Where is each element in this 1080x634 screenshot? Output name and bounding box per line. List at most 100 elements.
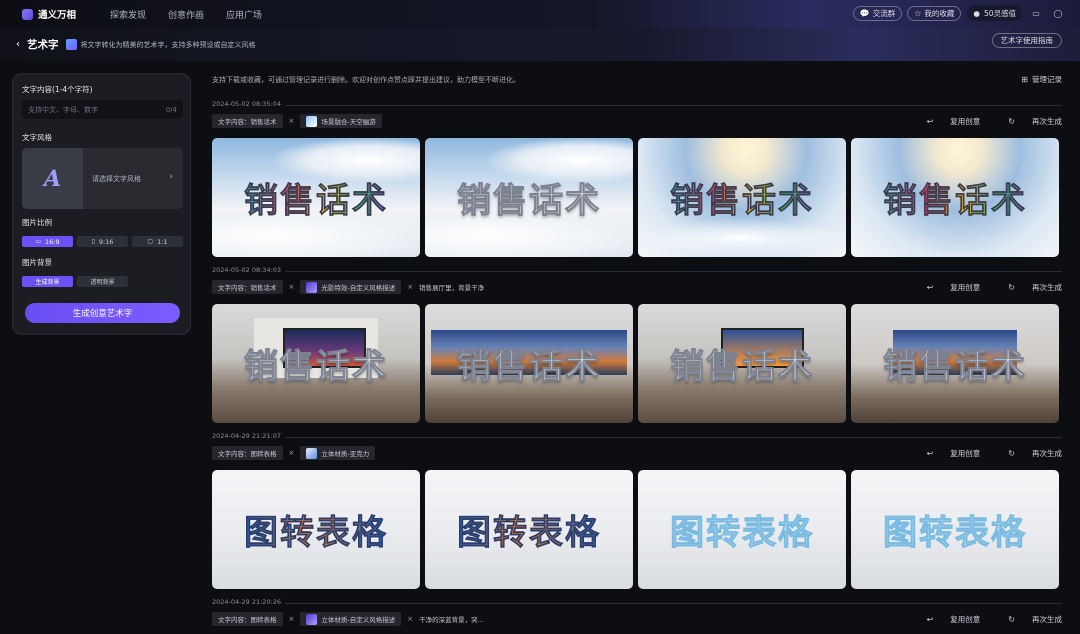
reuse-button[interactable]: ↩ 复用创意	[913, 448, 981, 459]
top-right-actions: 💬 交流群 ☆ 我的收藏 ● 50灵感值 ▭ ◯	[848, 5, 1066, 21]
notice-text: 支持下载或收藏，可通过管理记录进行删除。欢迎对创作点赞点踩并提出建议，助力模型不…	[212, 76, 520, 84]
result-image[interactable]: 图转表格	[425, 470, 633, 589]
style-tag-thumb	[306, 613, 318, 625]
text-tag: 文字内容：图转表格	[212, 446, 283, 460]
result-image[interactable]: 销售话术	[638, 138, 846, 257]
result-image[interactable]: 销售话术	[425, 304, 633, 423]
result-image[interactable]: 销售话术	[638, 304, 846, 423]
generate-button[interactable]: 生成创意艺术字	[25, 303, 180, 323]
ratio-9-16[interactable]: ▯ 9:16	[77, 236, 128, 247]
manage-records-button[interactable]: ⊞ 管理记录	[1021, 74, 1062, 85]
times-icon: ×	[288, 283, 295, 291]
text-content-label: 文字内容(1-4个字符)	[22, 85, 93, 94]
prompt-tags: 文字内容：图转表格 × 立体材质-自定义风格描述 × 干净的深蓝背景，突...	[212, 612, 484, 626]
regenerate-button[interactable]: ↻ 再次生成	[994, 614, 1062, 625]
ratio-16-9[interactable]: ▭ 16:9	[22, 236, 73, 247]
result-group: 2024-05-02 08:35:04 文字内容：销售话术 × 场景融合-天空幽…	[212, 100, 1062, 257]
custom-description: 干净的深蓝背景，突...	[419, 616, 484, 624]
art-text: 图转表格	[244, 505, 388, 554]
ratio-1-1[interactable]: ▢ 1:1	[132, 236, 183, 247]
custom-description: 销售展厅里，背景干净	[419, 284, 485, 292]
char-counter: 0/4	[165, 105, 177, 114]
group-actions: ↩ 复用创意 ↻ 再次生成	[899, 116, 1062, 127]
art-text: 销售话术	[883, 173, 1027, 222]
page-title: 艺术字	[27, 39, 59, 51]
result-images: 销售话术 销售话术 销售话术 销售话术	[212, 304, 1059, 423]
nav-explore[interactable]: 探索发现	[110, 8, 146, 21]
chat-icon: 💬	[859, 8, 870, 18]
group-actions: ↩ 复用创意 ↻ 再次生成	[899, 448, 1062, 459]
bg-transparent-option[interactable]: 透明背景	[77, 276, 128, 287]
portrait-icon: ▯	[91, 238, 95, 245]
regenerate-button[interactable]: ↻ 再次生成	[994, 448, 1062, 459]
grid-icon: ⊞	[1021, 75, 1028, 84]
chevron-right-icon: ›	[169, 172, 173, 182]
divider	[212, 437, 1062, 438]
result-image[interactable]: 销售话术	[851, 138, 1059, 257]
result-image[interactable]: 销售话术	[212, 304, 420, 423]
ratio-options: ▭ 16:9 ▯ 9:16 ▢ 1:1	[22, 236, 187, 247]
result-image[interactable]: 图转表格	[212, 470, 420, 589]
prompt-tags: 文字内容：销售话术 × 场景融合-天空幽游	[212, 114, 382, 128]
credits-badge[interactable]: ● 50灵感值	[967, 5, 1022, 21]
logo[interactable]: 通义万相	[22, 7, 102, 21]
result-image[interactable]: 销售话术	[212, 138, 420, 257]
divider	[212, 603, 1062, 604]
message-icon[interactable]: ▭	[1028, 5, 1044, 21]
style-tag-thumb	[306, 281, 318, 293]
result-group: 2024-05-02 08:34:03 文字内容：销售话术 × 光影特效-自定义…	[212, 266, 1062, 423]
style-tag: 光影特效-自定义风格描述	[300, 280, 402, 294]
times-icon: ×	[407, 283, 414, 291]
result-image[interactable]: 图转表格	[638, 470, 846, 589]
ratio-label: 图片比例	[22, 218, 52, 227]
chat-group-button[interactable]: 💬 交流群	[852, 5, 903, 21]
background-options: 生成背景 透明背景	[22, 276, 132, 287]
style-selector[interactable]: A 请选择文字风格 ›	[22, 148, 183, 209]
times-icon: ×	[288, 449, 295, 457]
style-tag: 立体材质-自定义风格描述	[300, 612, 402, 626]
timestamp: 2024-04-29 21:21:07	[212, 432, 286, 440]
result-image[interactable]: 销售话术	[425, 138, 633, 257]
times-icon: ×	[288, 615, 295, 623]
art-text: 图转表格	[883, 513, 1027, 554]
page-header: ‹ 艺术字 将文字转化为精美的艺术字，支持多种预设或自定义风格 艺术字使用指南	[0, 28, 1080, 61]
times-icon: ×	[288, 117, 295, 125]
divider	[212, 105, 1062, 106]
art-text: 图转表格	[457, 505, 601, 554]
text-tag: 文字内容：销售话术	[212, 280, 283, 294]
reuse-button[interactable]: ↩ 复用创意	[913, 614, 981, 625]
regenerate-button[interactable]: ↻ 再次生成	[994, 116, 1062, 127]
top-navigation-bar: 通义万相 探索发现 创意作画 应用广场 💬 交流群 ☆ 我的收藏 ● 50灵感值 ▭ …	[0, 0, 1080, 28]
refresh-icon: ↻	[1008, 615, 1015, 624]
text-placeholder: 支持中文、字母、数字	[28, 105, 98, 114]
art-text: 销售话术	[670, 347, 814, 388]
reuse-icon: ↩	[926, 117, 934, 126]
logo-text: 通义万相	[38, 10, 77, 21]
group-actions: ↩ 复用创意 ↻ 再次生成	[899, 614, 1062, 625]
favorites-button[interactable]: ☆ 我的收藏	[907, 5, 962, 21]
text-style-label: 文字风格	[22, 133, 52, 142]
art-text: 销售话术	[457, 347, 601, 388]
nav-apps[interactable]: 应用广场	[226, 8, 262, 21]
result-image[interactable]: 图转表格	[851, 470, 1059, 589]
regenerate-button[interactable]: ↻ 再次生成	[994, 282, 1062, 293]
divider	[212, 271, 1062, 272]
times-icon: ×	[407, 615, 414, 623]
reuse-button[interactable]: ↩ 复用创意	[913, 116, 981, 127]
refresh-icon: ↻	[1008, 283, 1015, 292]
bg-generate-option[interactable]: 生成背景	[22, 276, 73, 287]
text-content-input[interactable]: 支持中文、字母、数字 0/4	[22, 100, 183, 119]
guide-button[interactable]: 艺术字使用指南	[991, 33, 1062, 48]
reuse-button[interactable]: ↩ 复用创意	[913, 282, 981, 293]
result-images: 图转表格 图转表格 图转表格 图转表格	[212, 470, 1059, 589]
style-tag: 立体材质-亚克力	[300, 446, 376, 460]
result-image[interactable]: 销售话术	[851, 304, 1059, 423]
nav-create[interactable]: 创意作画	[168, 8, 204, 21]
art-text-badge-icon	[65, 39, 77, 50]
star-icon: ☆	[914, 8, 922, 18]
user-avatar-icon[interactable]: ◯	[1050, 5, 1066, 21]
refresh-icon: ↻	[1008, 449, 1015, 458]
text-tag: 文字内容：销售话术	[212, 114, 283, 128]
timestamp: 2024-05-02 08:34:03	[212, 266, 286, 274]
back-icon[interactable]: ‹	[16, 39, 20, 50]
